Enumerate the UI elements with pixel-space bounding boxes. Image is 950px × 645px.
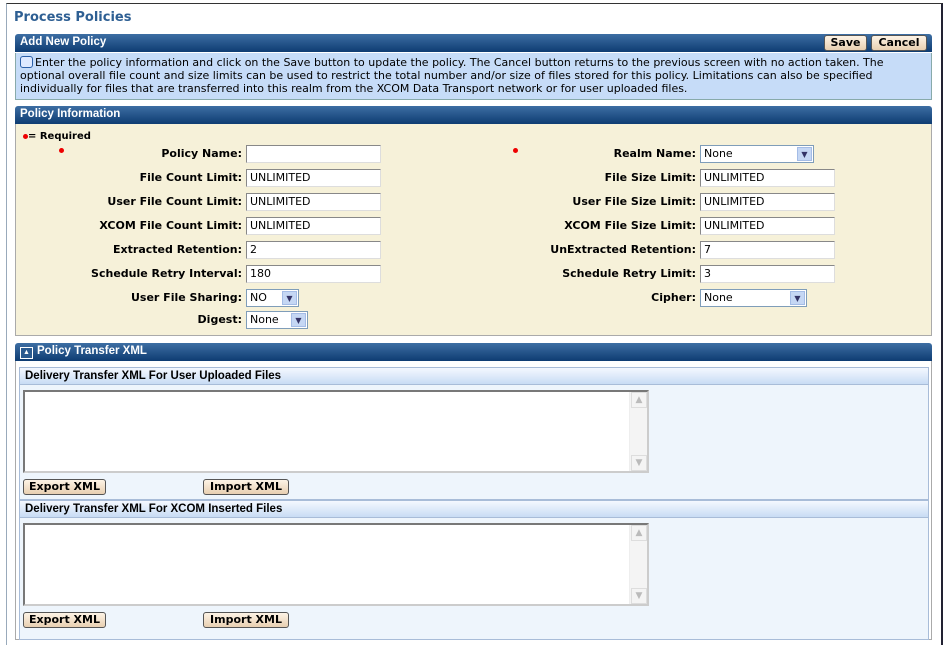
file-count-limit-input[interactable]: UNLIMITED: [246, 169, 381, 187]
realm-name-select[interactable]: None ▼: [700, 145, 814, 163]
xcom-file-count-limit-label: XCOM File Count Limit:: [99, 219, 242, 232]
xml-textarea[interactable]: ▲ ▼: [23, 523, 649, 606]
chevron-down-icon: ▼: [790, 291, 805, 305]
digest-label: Digest:: [197, 313, 242, 326]
scroll-up-icon[interactable]: ▲: [631, 525, 647, 541]
user-file-count-limit-input[interactable]: UNLIMITED: [246, 193, 381, 211]
chevron-down-icon: ▼: [282, 291, 297, 305]
scroll-up-icon[interactable]: ▲: [631, 392, 647, 408]
chevron-down-icon: ▼: [797, 147, 812, 161]
schedule-retry-interval-input[interactable]: 180: [246, 265, 381, 283]
unextracted-retention-label: UnExtracted Retention:: [550, 243, 696, 256]
extracted-retention-label: Extracted Retention:: [113, 243, 242, 256]
import-xml-button[interactable]: Import XML: [203, 479, 289, 495]
save-button[interactable]: Save: [824, 35, 867, 51]
file-size-limit-label: File Size Limit:: [604, 171, 696, 184]
policy-transfer-xml-header: ▲ Policy Transfer XML: [15, 343, 932, 361]
file-size-limit-input[interactable]: UNLIMITED: [700, 169, 835, 187]
scrollbar[interactable]: ▲ ▼: [629, 392, 647, 471]
digest-value: None: [250, 313, 279, 326]
unextracted-retention-input[interactable]: 7: [700, 241, 835, 259]
cipher-select[interactable]: None ▼: [700, 289, 807, 307]
cancel-button[interactable]: Cancel: [871, 35, 927, 51]
info-panel: Enter the policy information and click o…: [15, 53, 932, 100]
xcom-file-size-limit-input[interactable]: UNLIMITED: [700, 217, 835, 235]
xml-subsection-header: Delivery Transfer XML For User Uploaded …: [19, 367, 929, 385]
schedule-retry-limit-input[interactable]: 3: [700, 265, 835, 283]
cipher-label: Cipher:: [651, 291, 696, 304]
info-text: Enter the policy information and click o…: [20, 56, 884, 95]
user-file-sharing-value: NO: [250, 291, 267, 304]
file-count-limit-label: File Count Limit:: [139, 171, 242, 184]
required-legend: = Required: [28, 131, 91, 142]
export-xml-button[interactable]: Export XML: [23, 479, 106, 495]
policy-info-header: Policy Information: [15, 106, 932, 124]
schedule-retry-interval-label: Schedule Retry Interval:: [91, 267, 242, 280]
policy-name-label: Policy Name:: [161, 147, 242, 160]
user-file-size-limit-input[interactable]: UNLIMITED: [700, 193, 835, 211]
chevron-down-icon: ▼: [291, 313, 306, 327]
user-file-size-limit-label: User File Size Limit:: [572, 195, 696, 208]
cipher-value: None: [704, 291, 733, 304]
user-file-count-limit-label: User File Count Limit:: [107, 195, 242, 208]
extracted-retention-input[interactable]: 2: [246, 241, 381, 259]
xml-textarea[interactable]: ▲ ▼: [23, 390, 649, 473]
scrollbar[interactable]: ▲ ▼: [629, 525, 647, 604]
add-policy-title: Add New Policy: [20, 36, 107, 48]
add-policy-header: Add New Policy: [15, 34, 932, 52]
xcom-file-size-limit-label: XCOM File Size Limit:: [564, 219, 696, 232]
realm-name-label: Realm Name:: [613, 147, 696, 160]
digest-select[interactable]: None ▼: [246, 311, 308, 329]
xcom-file-count-limit-input[interactable]: UNLIMITED: [246, 217, 381, 235]
scroll-down-icon[interactable]: ▼: [631, 455, 647, 471]
policy-info-title: Policy Information: [20, 108, 121, 120]
collapse-icon[interactable]: ▲: [20, 347, 33, 359]
xml-subsection-header: Delivery Transfer XML For XCOM Inserted …: [19, 500, 929, 518]
xml-title: Policy Transfer XML: [37, 345, 147, 357]
realm-name-value: None: [704, 147, 733, 160]
info-icon: [20, 56, 33, 68]
scroll-down-icon[interactable]: ▼: [631, 588, 647, 604]
policy-name-input[interactable]: [246, 145, 381, 163]
xml-subsection-title: Delivery Transfer XML For XCOM Inserted …: [25, 503, 283, 515]
xml-subsection-title: Delivery Transfer XML For User Uploaded …: [25, 370, 282, 382]
page-title: Process Policies: [14, 10, 132, 25]
import-xml-button[interactable]: Import XML: [203, 612, 289, 628]
schedule-retry-limit-label: Schedule Retry Limit:: [562, 267, 696, 280]
user-file-sharing-select[interactable]: NO ▼: [246, 289, 299, 307]
export-xml-button[interactable]: Export XML: [23, 612, 106, 628]
user-file-sharing-label: User File Sharing:: [130, 291, 242, 304]
